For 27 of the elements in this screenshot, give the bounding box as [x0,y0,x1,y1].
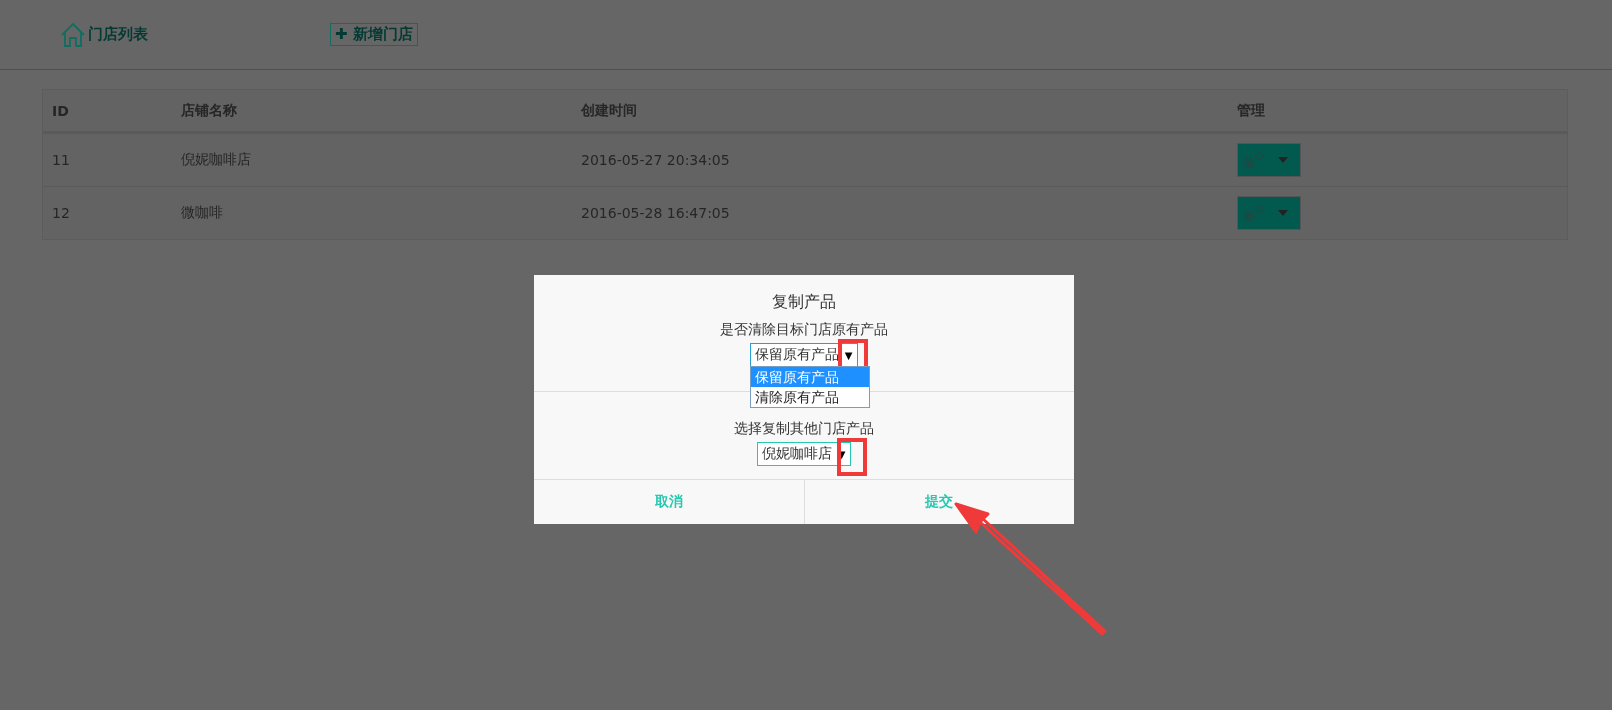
table-cell-text: 2016-05-28 16:47:05 [581,205,731,221]
dropdown-option[interactable]: 清除原有产品 [750,387,869,407]
highlight-box [837,438,868,476]
table-cell-text: 11 [51,152,71,168]
table-cell-text: 倪妮咖啡店 [181,151,252,169]
select-field[interactable]: 保留原有产品 ▼ [749,343,859,367]
caret-icon [1278,210,1288,216]
settings-dropdown-button[interactable] [1237,196,1301,230]
field-label: 选择复制其他门店产品 [734,420,874,438]
dialog-title: 复制产品 [772,292,836,313]
gears-icon [1242,203,1264,223]
field-label: 是否清除目标门店原有产品 [720,321,888,339]
home-icon [60,21,86,48]
caret-icon [1278,157,1288,163]
cancel-button[interactable]: 取消 [534,480,804,524]
settings-dropdown-button[interactable] [1237,143,1301,177]
table-cell-text: 微咖啡 [181,204,224,222]
dropdown-option[interactable]: 保留原有产品 [750,367,869,387]
table-cell-text: 12 [51,205,71,221]
gears-icon [1242,150,1264,170]
table-cell-text: 2016-05-27 20:34:05 [581,152,731,168]
add-store-button[interactable]: ✚ 新增门店 [330,23,418,46]
column-header: ID [51,102,70,119]
home-link[interactable]: 门店列表 [60,21,330,48]
column-header: 管理 [1237,101,1266,120]
column-header: 创建时间 [581,101,638,120]
column-header: 店铺名称 [181,101,238,120]
